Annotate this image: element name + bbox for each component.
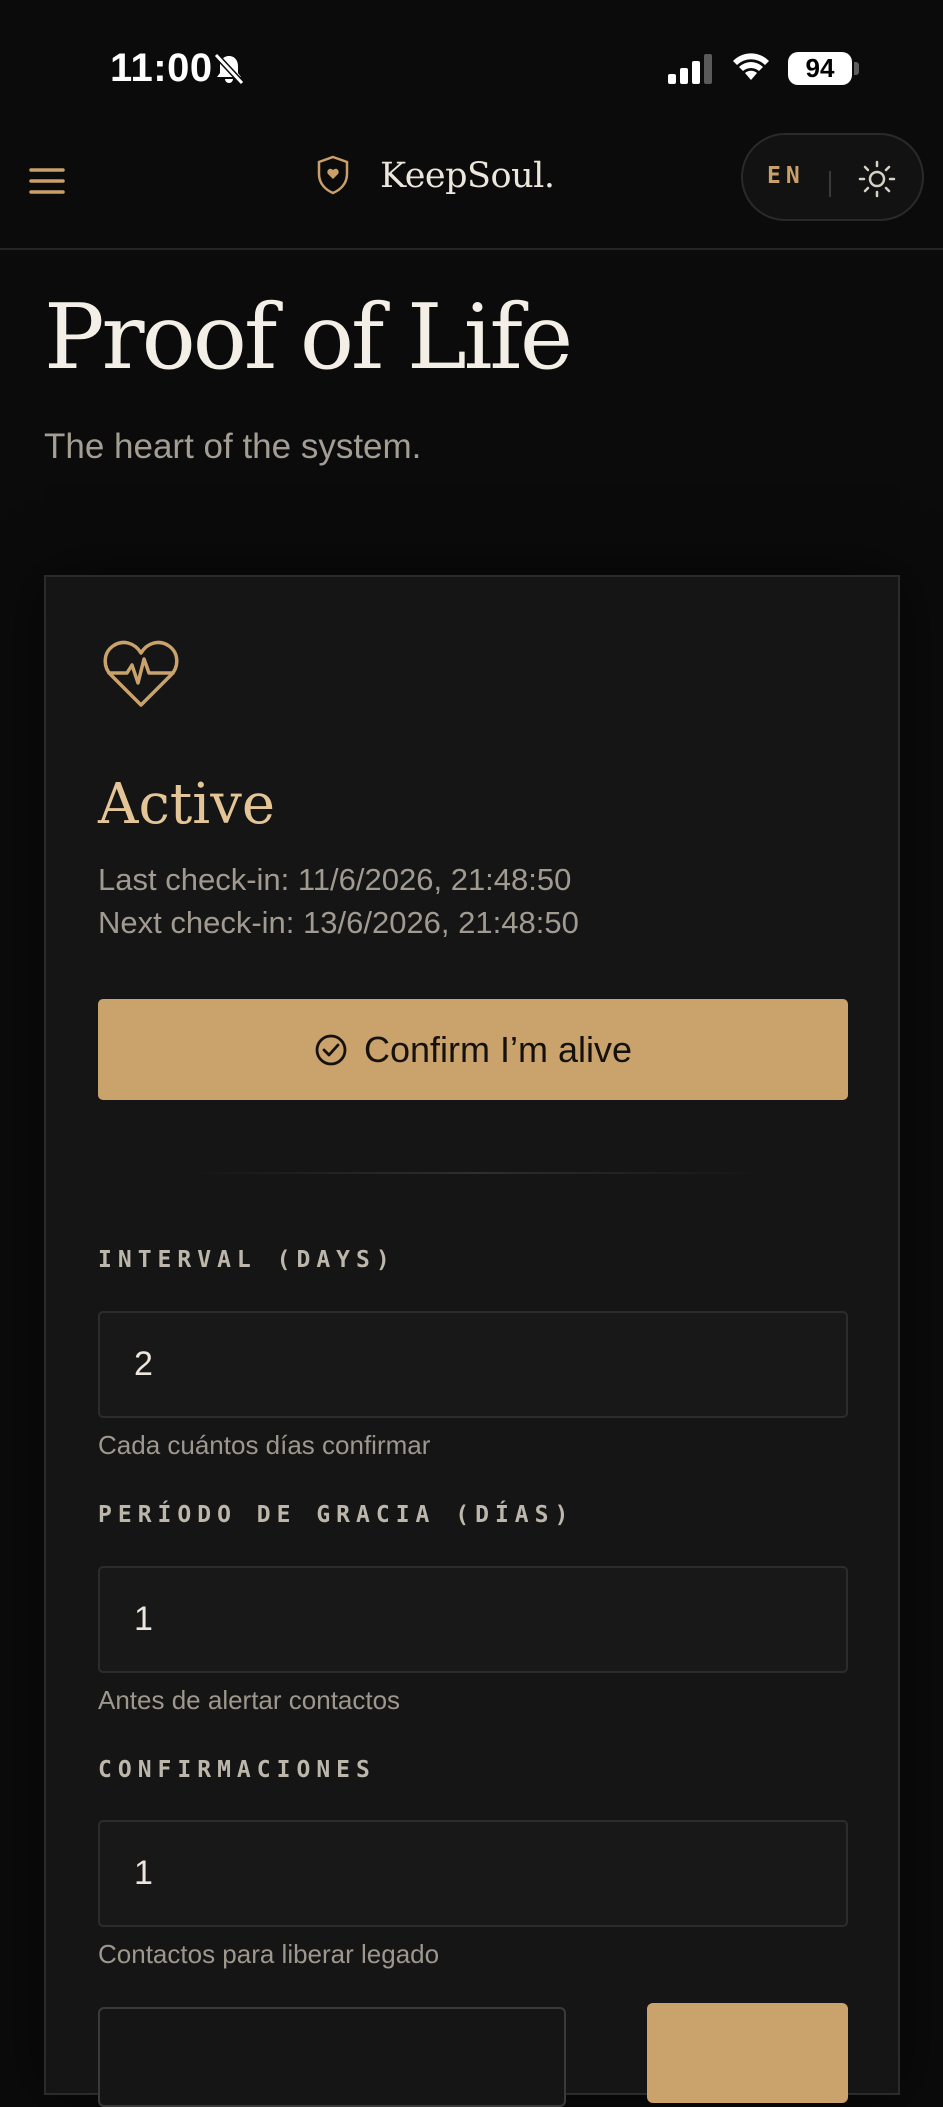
proof-of-life-card: Active Last check-in: 11/6/2026, 21:48:5…: [44, 575, 900, 2107]
menu-icon[interactable]: [28, 161, 68, 201]
confirmations-input[interactable]: [98, 1820, 848, 1927]
interval-label: INTERVAL (DAYS): [98, 1247, 396, 1273]
language-theme-toggle: EN: [741, 133, 924, 221]
page-subtitle: The heart of the system.: [44, 427, 422, 466]
page-title: Proof of Life: [44, 285, 573, 390]
status-label: Active: [98, 772, 275, 837]
grace-period-input[interactable]: [98, 1566, 848, 1673]
shield-heart-icon: [317, 155, 349, 195]
wifi-icon: [733, 53, 769, 80]
heart-pulse-icon: [103, 640, 179, 707]
signal-icon: [668, 54, 712, 84]
section-divider: [186, 1172, 766, 1174]
interval-hint: Cada cuántos días confirmar: [98, 1430, 431, 1460]
grace-period-hint: Antes de alertar contactos: [98, 1685, 401, 1715]
confirmations-hint: Contactos para liberar legado: [98, 1939, 440, 1969]
status-time: 11:00: [110, 46, 213, 90]
primary-action-button[interactable]: [647, 2003, 848, 2103]
bell-slash-icon: [213, 52, 245, 86]
last-checkin: Last check-in: 11/6/2026, 21:48:50: [98, 862, 572, 897]
top-navbar: KeepSoul. EN: [0, 130, 943, 250]
confirm-alive-label: Confirm I’m alive: [363, 1028, 633, 1070]
interval-input[interactable]: [98, 1311, 848, 1418]
battery-indicator: 94: [788, 52, 852, 85]
brand-logo[interactable]: KeepSoul.: [380, 156, 555, 196]
status-bar: 11:00 94: [0, 0, 943, 130]
secondary-action-button[interactable]: [98, 2007, 566, 2107]
grace-period-label: PERÍODO DE GRACIA (DÍAS): [98, 1502, 575, 1528]
pill-divider: [829, 171, 831, 197]
next-checkin: Next check-in: 13/6/2026, 21:48:50: [98, 905, 579, 940]
confirmations-label: CONFIRMACIONES: [98, 1757, 376, 1783]
confirm-alive-button[interactable]: Confirm I’m alive: [98, 999, 848, 1100]
language-button[interactable]: EN: [767, 163, 805, 189]
sun-icon[interactable]: [857, 159, 897, 199]
check-circle-icon: [315, 1034, 347, 1065]
battery-tip: [854, 62, 859, 75]
